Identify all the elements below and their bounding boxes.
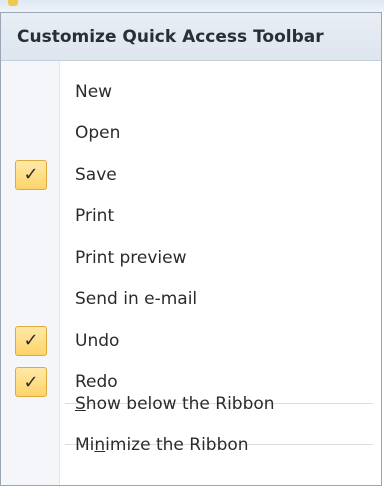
customize-qat-menu: Customize Quick Access Toolbar New Open …	[0, 12, 382, 486]
menu-item-label: Print preview	[75, 247, 187, 268]
ribbon-tab-nub	[8, 0, 18, 6]
menu-item-label: Show below the Ribbon	[75, 394, 275, 414]
checkmark-icon: ✓	[15, 159, 47, 190]
menu-item-label: Print	[75, 206, 115, 227]
menu-item-print[interactable]: Print	[1, 196, 381, 238]
label-rest: imize the Ribbon	[105, 434, 249, 455]
menu-item-send-email[interactable]: Send in e-mail	[1, 279, 381, 321]
ribbon-top-edge	[0, 0, 384, 12]
menu-item-open[interactable]: Open	[1, 113, 381, 155]
menu-item-label: Save	[75, 164, 117, 185]
access-key: n	[94, 434, 106, 455]
menu-item-label: New	[75, 81, 113, 102]
menu-item-show-below-ribbon[interactable]: Show below the Ribbon	[1, 383, 381, 425]
label-start: Mi	[75, 434, 95, 455]
menu-item-new[interactable]: New	[1, 71, 381, 113]
access-key: S	[75, 393, 86, 414]
menu-items: New Open ✓ Save Print Print preview Send…	[1, 71, 381, 403]
menu-item-undo[interactable]: ✓ Undo	[1, 320, 381, 362]
menu-item-label: Send in e-mail	[75, 289, 198, 310]
label-rest: how below the Ribbon	[85, 393, 275, 414]
menu-item-minimize-ribbon[interactable]: Minimize the Ribbon	[1, 424, 381, 466]
menu-item-print-preview[interactable]: Print preview	[1, 237, 381, 279]
menu-item-label: Minimize the Ribbon	[75, 435, 249, 455]
checkmark-icon: ✓	[15, 325, 47, 356]
menu-item-label: Undo	[75, 330, 120, 351]
menu-item-save[interactable]: ✓ Save	[1, 154, 381, 196]
menu-header: Customize Quick Access Toolbar	[1, 13, 381, 61]
menu-item-label: Open	[75, 123, 121, 144]
menu-title: Customize Quick Access Toolbar	[17, 26, 324, 47]
